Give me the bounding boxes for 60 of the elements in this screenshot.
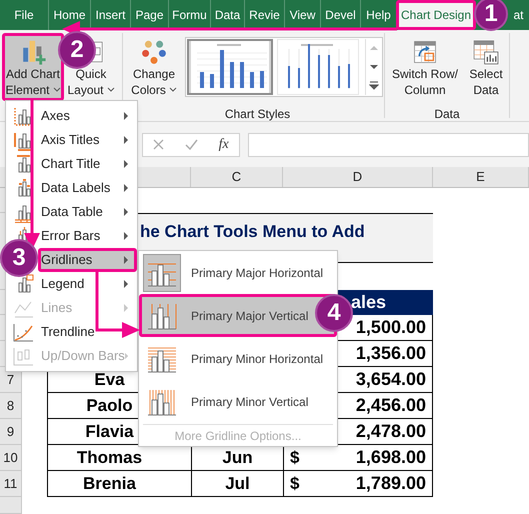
menu-item[interactable]: Gridlines — [38, 248, 137, 272]
table-cell-text: $ — [290, 472, 300, 495]
column-header[interactable]: E — [433, 167, 529, 187]
table-cell-text: 1,698.00 — [356, 446, 426, 469]
formula-input[interactable] — [248, 132, 529, 156]
submenu-arrow-icon — [124, 136, 128, 144]
menu-item[interactable]: Data Labels — [6, 176, 137, 200]
table-cell-text: Jul — [225, 472, 250, 495]
enter-button[interactable] — [184, 139, 198, 150]
submenu-arrow-icon — [124, 232, 128, 240]
submenu-arrow-icon — [124, 304, 128, 312]
submenu-arrow-icon — [124, 280, 128, 288]
submenu-arrow-icon — [124, 256, 128, 264]
submenu-arrow-icon — [124, 352, 128, 360]
ribbon-button[interactable]: Change Colors — [125, 33, 183, 101]
table-cell-text: 1,789.00 — [356, 472, 426, 495]
table-cell-text: 1,356.00 — [356, 342, 426, 365]
menu-item[interactable]: Primary Minor Vertical — [139, 380, 337, 423]
ribbon-tab[interactable]: File — [0, 0, 48, 30]
ribbon-button[interactable]: Select Data — [465, 33, 507, 101]
group-label: Data — [434, 106, 460, 123]
cancel-button[interactable] — [153, 139, 164, 150]
group-label: Chart Styles — [224, 106, 290, 123]
column-header[interactable]: D — [283, 167, 433, 187]
menu-item[interactable]: Axes — [6, 104, 137, 128]
line-chart-icon — [12, 346, 34, 366]
table-cell-text: Flavia — [85, 420, 134, 443]
expand-icon — [368, 81, 378, 90]
chart-style-thumbnail[interactable] — [187, 39, 273, 95]
ribbon-tab[interactable]: at — [508, 0, 529, 30]
menu-item[interactable]: Chart Title — [6, 152, 137, 176]
trend-chart-icon — [12, 322, 34, 342]
ribbon-tab[interactable]: Chart Design — [396, 0, 476, 30]
row-header[interactable]: 10 — [0, 445, 22, 471]
submenu-arrow-icon — [124, 160, 128, 168]
table-cell-text: Paolo — [86, 394, 133, 417]
table-cell-text: 2,456.00 — [356, 394, 426, 417]
row-header[interactable] — [0, 497, 22, 514]
table-cell-text: Thomas — [76, 446, 142, 469]
down-arrow-icon — [368, 64, 378, 70]
ribbon-button[interactable]: Switch Row/ Column — [385, 33, 465, 101]
row-header[interactable]: 11 — [0, 471, 22, 497]
column-header[interactable]: C — [191, 167, 283, 187]
table-cell-text: Jun — [222, 446, 253, 469]
table-cell-text: 2,478.00 — [356, 420, 426, 443]
up-arrow-icon — [368, 45, 378, 52]
insert-function-button[interactable]: fx — [218, 134, 229, 155]
table-cell-text: 3,654.00 — [356, 368, 426, 391]
row-header[interactable]: 9 — [0, 419, 22, 445]
menu-item[interactable]: Primary Minor Horizontal — [139, 337, 337, 380]
table-cell-text: 1,500.00 — [356, 316, 426, 339]
ribbon-button[interactable]: Add Chart Element — [2, 33, 64, 101]
submenu-arrow-icon — [124, 112, 128, 120]
submenu-arrow-icon — [124, 184, 128, 192]
table-cell-text: $ — [290, 446, 300, 469]
table-cell-text: Brenia — [83, 472, 136, 495]
table-cell-text: Eva — [94, 368, 125, 391]
submenu-arrow-icon — [124, 208, 128, 216]
row-header[interactable]: 8 — [0, 393, 22, 419]
menu-item[interactable]: Axis Titles — [6, 128, 137, 152]
